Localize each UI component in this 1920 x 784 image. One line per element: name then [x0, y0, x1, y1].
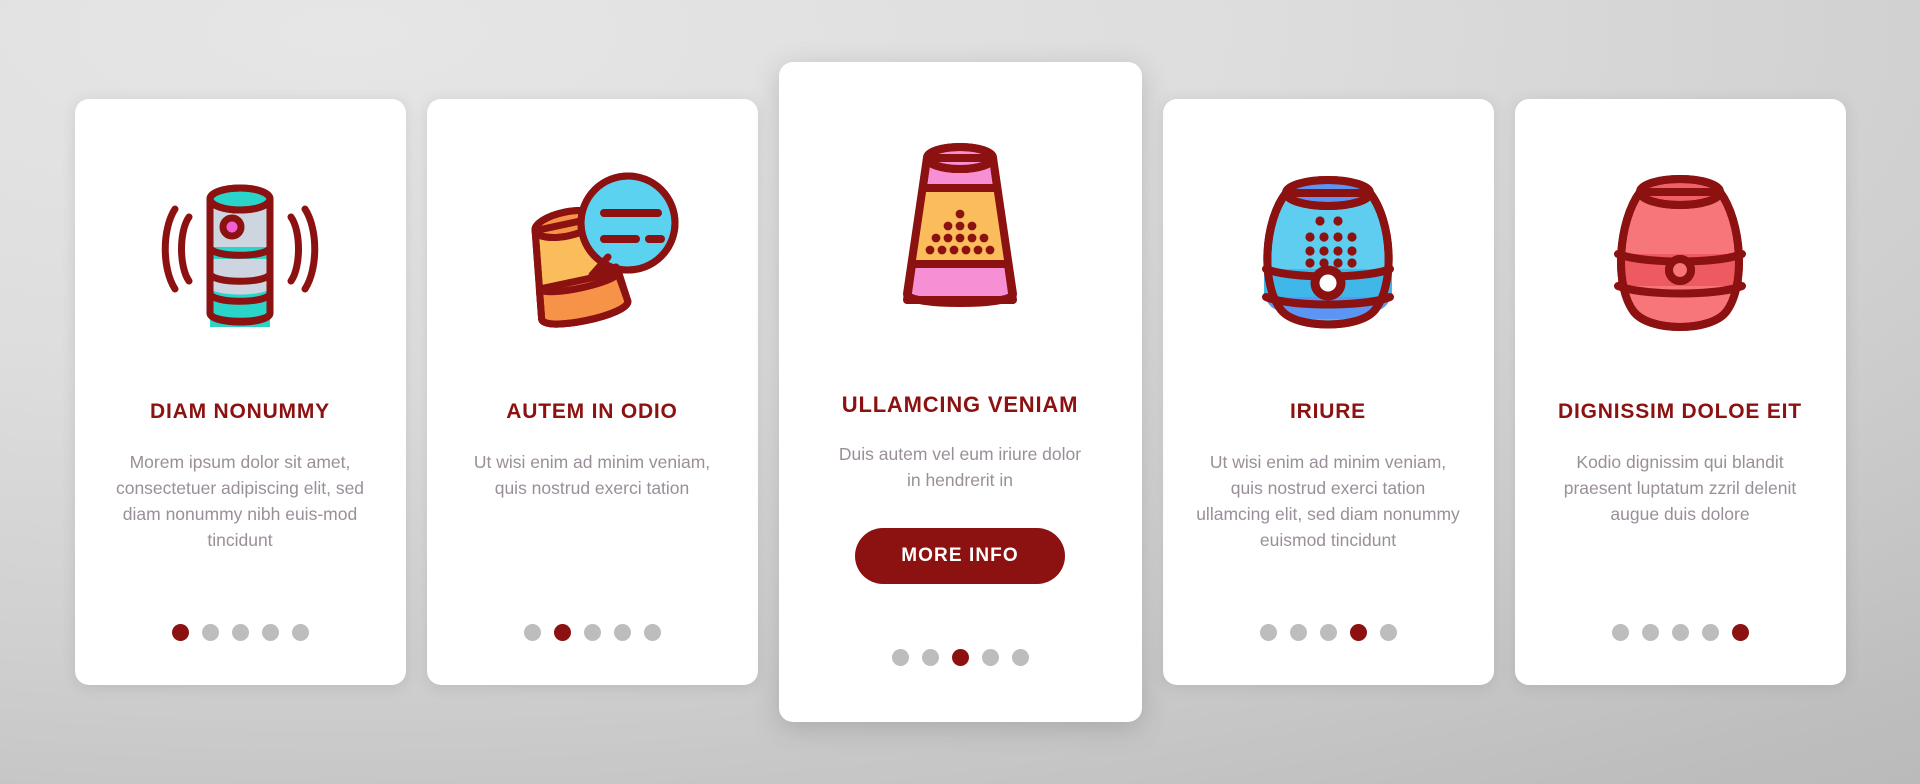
pagination-dot[interactable]	[613, 624, 631, 641]
pagination-dot[interactable]	[1641, 624, 1659, 641]
card-title: ULLAMCING VENIAM	[841, 392, 1079, 417]
pagination-dot[interactable]	[643, 624, 661, 641]
pagination-dot-active[interactable]	[951, 649, 969, 666]
card-body-text: Ut wisi enim ad minim veniam, quis nostr…	[473, 452, 711, 499]
card-title: DIAM NONUMMY	[150, 400, 330, 423]
card-title: AUTEM IN ODIO	[506, 400, 678, 423]
pagination-dot[interactable]	[1319, 624, 1337, 641]
pagination-dot[interactable]	[1379, 624, 1397, 641]
smart-speaker-speech-bubble-icon	[455, 99, 730, 399]
pagination-dot[interactable]	[1289, 624, 1307, 641]
pagination-dot-active[interactable]	[553, 624, 571, 641]
pagination-dot[interactable]	[1259, 624, 1277, 641]
pagination-dots	[427, 624, 758, 641]
pagination-dot-active[interactable]	[1349, 624, 1367, 641]
onboarding-card-row: DIAM NONUMMY Morem ipsum dolor sit amet, …	[0, 0, 1920, 784]
pagination-dot[interactable]	[1011, 649, 1029, 666]
pagination-dots	[779, 649, 1142, 666]
pagination-dot[interactable]	[921, 649, 939, 666]
onboarding-card[interactable]: ULLAMCING VENIAM Duis autem vel eum iriur…	[778, 62, 1142, 722]
card-body-text: Ut wisi enim ad minim veniam, quis nostr…	[1196, 452, 1460, 550]
pagination-dot-active[interactable]	[171, 624, 189, 641]
pagination-dot[interactable]	[1611, 624, 1629, 641]
card-title: DIGNISSIM DOLOE EIT	[1558, 400, 1802, 423]
pagination-dots	[1515, 624, 1846, 641]
card-body-text: Kodio dignissim qui blandit praesent lup…	[1563, 452, 1797, 524]
pagination-dot[interactable]	[1671, 624, 1689, 641]
onboarding-card[interactable]: DIAM NONUMMY Morem ipsum dolor sit amet, …	[74, 99, 406, 685]
pagination-dot[interactable]	[583, 624, 601, 641]
pagination-dot[interactable]	[981, 649, 999, 666]
pagination-dots	[1163, 624, 1494, 641]
onboarding-card[interactable]: AUTEM IN ODIO Ut wisi enim ad minim venia…	[426, 99, 758, 685]
pagination-dot[interactable]	[291, 624, 309, 641]
smart-speaker-cylinder-sound-waves-icon	[103, 99, 378, 399]
pagination-dot[interactable]	[231, 624, 249, 641]
more-info-button[interactable]: MORE INFO	[855, 528, 1065, 585]
pagination-dot[interactable]	[523, 624, 541, 641]
smart-speaker-barrel-dots-button-icon	[1191, 99, 1466, 399]
pagination-dot[interactable]	[201, 624, 219, 641]
pagination-dots	[75, 624, 406, 641]
card-body-text: Morem ipsum dolor sit amet, consectetuer…	[115, 452, 365, 550]
pagination-dot[interactable]	[1701, 624, 1719, 641]
pagination-dot[interactable]	[261, 624, 279, 641]
onboarding-card[interactable]: IRIURE Ut wisi enim ad minim veniam, quis…	[1162, 99, 1494, 685]
onboarding-card[interactable]: DIGNISSIM DOLOE EIT Kodio dignissim qui b…	[1514, 99, 1846, 685]
smart-speaker-tapered-grill-icon	[807, 62, 1114, 392]
pagination-dot-active[interactable]	[1731, 624, 1749, 641]
pagination-dot[interactable]	[891, 649, 909, 666]
smart-speaker-barrel-red-icon	[1543, 99, 1818, 399]
card-title: IRIURE	[1290, 400, 1366, 423]
card-body-text: Duis autem vel eum iriure dolor in hendr…	[838, 444, 1082, 491]
